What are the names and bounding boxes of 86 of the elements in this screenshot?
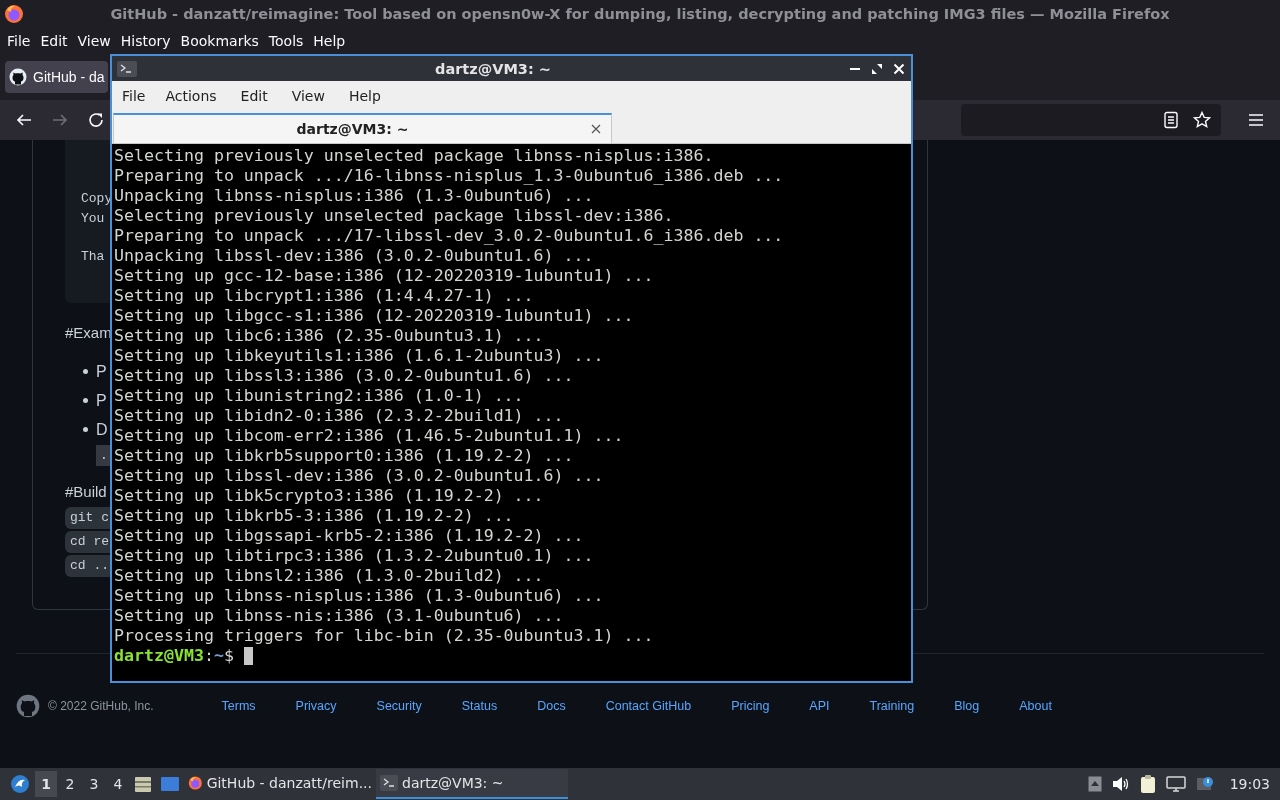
window-title: dartz@VM3: ~ [434,60,552,77]
footer-link[interactable]: Contact GitHub [605,699,692,713]
terminal-line: Setting up libcrypt1:i386 (1:4.4.27-1) ... [114,286,535,306]
firefox-icon [4,4,24,24]
terminal-line: Setting up gcc-12-base:i386 (12-20220319-1ubuntu1) ... [114,266,655,286]
menu-item[interactable]: Edit [35,32,73,49]
menu-item[interactable]: View [72,32,116,49]
terminal-line: Selecting previously unselected package libssl-dev:i386. [114,206,675,226]
taskbar-task[interactable]: dartz@VM3: ~ [376,769,568,799]
browser-tab[interactable]: GitHub - da [5,60,108,93]
footer-link[interactable]: Blog [954,699,980,713]
monitor-icon[interactable] [1165,776,1186,792]
terminal-line: Setting up libgcc-s1:i386 (12-20220319-1ubuntu1) ... [114,306,635,326]
menu-item[interactable]: Edit [232,88,276,104]
menu-item[interactable]: File [2,32,36,49]
footer-link[interactable]: About [1019,699,1052,713]
workspace-button[interactable]: 3 [83,771,105,797]
terminal-line: Setting up libidn2-0:i386 (2.3.2-2build1) ... [114,406,565,426]
footer-link[interactable]: Status [461,699,498,713]
copyright-text: © 2022 GitHub, Inc. [48,699,154,713]
bullet-icon [83,369,88,374]
address-bar[interactable] [961,104,1221,136]
list-item: P [96,391,107,410]
terminal-line: Setting up libssl3:i386 (3.0.2-0ubuntu1.6) ... [114,366,575,386]
menu-icon[interactable] [1247,111,1265,129]
workspace-button[interactable]: 1 [35,771,57,797]
logo-icon [9,67,27,86]
heading: #Exam [65,323,112,343]
terminal-icon [117,60,137,77]
workspace-button[interactable]: 4 [107,771,129,797]
menu-item[interactable]: Tools [263,32,309,49]
terminal-line: Selecting previously unselected package libnss-nisplus:i386. [114,146,715,166]
terminal-line: Setting up libnss-nisplus:i386 (1.3-0ubuntu6) ... [114,586,605,606]
terminal-icon [380,775,398,791]
logo-icon[interactable] [16,694,40,718]
footer-link[interactable]: Training [869,699,915,713]
maximize-icon[interactable] [871,62,883,75]
clock: 19:03 [1229,776,1270,792]
terminal-line: Setting up libnss-nis:i386 (3.1-0ubuntu6) ... [114,606,565,626]
star-icon[interactable] [1193,111,1211,129]
taskbar-task[interactable]: GitHub - danzatt/reim... [184,769,376,799]
terminal-line: Preparing to unpack .../16-libnss-nisplus_1.3-0ubuntu6_i386.deb ... [114,166,785,186]
speaker-icon[interactable] [1111,776,1130,792]
reload-icon[interactable] [87,111,105,129]
reader-view-icon[interactable] [1163,111,1179,129]
menu-item[interactable]: Actions [157,88,225,104]
terminal-line: Preparing to unpack .../17-libssl-dev_3.0.2-0ubuntu1.6_i386.deb ... [114,226,785,246]
list-item: D [96,420,108,439]
bullet-icon [83,398,88,403]
list-item: P [96,362,107,381]
clipboard-icon[interactable] [1139,775,1156,793]
terminal-line: Setting up libssl-dev:i386 (3.0.2-0ubuntu1.6) ... [114,466,605,486]
footer-link[interactable]: Privacy [295,699,337,713]
menu-item[interactable]: Bookmarks [175,32,264,49]
menu-item[interactable]: History [115,32,176,49]
terminal-line: Setting up libunistring2:i386 (1.0-1) ... [114,386,525,406]
bullet-icon [83,427,88,432]
tab-title: GitHub - da [33,68,105,85]
menu-item[interactable]: View [283,88,333,104]
terminal-line: Setting up libk5crypto3:i386 (1.19.2-2) ... [114,486,545,506]
footer-link[interactable]: Security [376,699,422,713]
file-cabinet-icon[interactable] [134,775,152,793]
notification-icon[interactable] [1195,776,1214,792]
menu-item[interactable]: Help [340,88,389,104]
footer-link[interactable]: Pricing [731,699,770,713]
start-menu-icon[interactable] [10,774,30,794]
footer-link[interactable]: Terms [221,699,256,713]
terminal-line: Processing triggers for libc-bin (2.35-0ubuntu3.1) ... [114,626,655,646]
footer-link[interactable]: Docs [537,699,566,713]
menu-item[interactable]: Help [308,32,351,49]
workspace-button[interactable]: 2 [59,771,81,797]
menu-item[interactable]: File [114,88,154,104]
text-cursor [243,647,253,665]
firefox-icon [188,773,203,793]
heading: #Build [65,482,107,502]
terminal-line: Setting up libc6:i386 (2.35-0ubuntu3.1) ... [114,326,545,346]
terminal-line: Unpacking libssl-dev:i386 (3.0.2-0ubuntu1.6) ... [114,246,595,266]
terminal-line: Setting up libcom-err2:i386 (1.46.5-2ubuntu1.1) ... [114,426,625,446]
terminal-line: Setting up libkeyutils1:i386 (1.6.1-2ubuntu3) ... [114,346,605,366]
close-icon[interactable] [591,124,601,134]
prompt: dartz@VM3:~$ [114,646,235,666]
terminal-line: Unpacking libnss-nisplus:i386 (1.3-0ubuntu6) ... [114,186,595,206]
desktop-icon[interactable] [160,775,180,793]
window-title: GitHub - danzatt/reimagine: Tool based on opensn0w-X for dumping, listing, decrypting and patching IMG3 files — Mozilla Firefox [109,6,1171,22]
terminal-tab[interactable]: dartz@VM3: ~ [113,113,612,143]
footer-link[interactable]: API [809,699,830,713]
